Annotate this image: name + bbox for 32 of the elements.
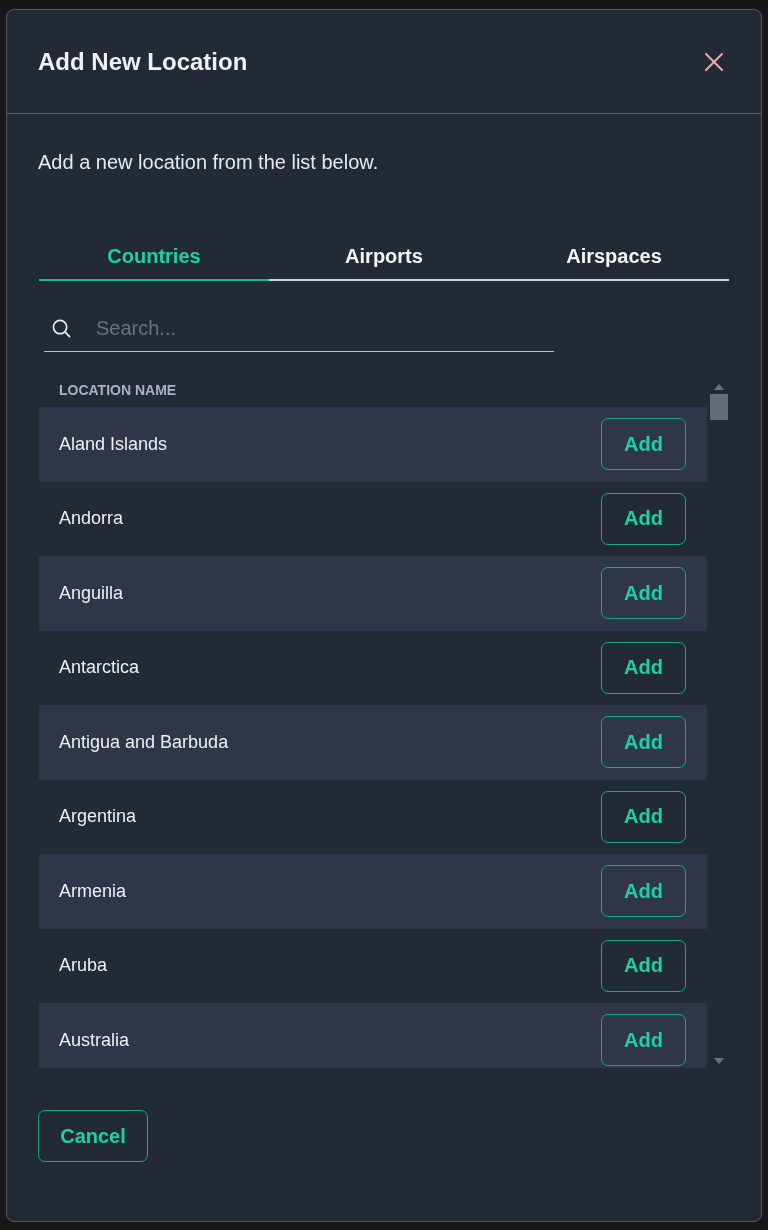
column-header: LOCATION NAME	[59, 382, 177, 398]
search-field[interactable]: Search...	[44, 305, 554, 352]
location-name: Aruba	[59, 955, 108, 977]
search-icon	[52, 319, 71, 338]
location-name: Andorra	[59, 508, 124, 530]
location-name: Argentina	[59, 806, 137, 828]
add-button[interactable]: Add	[601, 418, 687, 471]
add-button[interactable]: Add	[601, 492, 687, 545]
close-icon	[705, 52, 723, 71]
location-name: Armenia	[59, 880, 127, 902]
add-button[interactable]: Add	[601, 790, 687, 843]
tab[interactable]: Airspaces	[499, 233, 729, 281]
tab[interactable]: Airports	[269, 233, 499, 281]
add-button[interactable]: Add	[601, 1014, 687, 1067]
add-button[interactable]: Add	[601, 865, 687, 918]
close-button[interactable]	[705, 52, 723, 71]
add-button[interactable]: Add	[601, 716, 687, 769]
location-name: Australia	[59, 1029, 130, 1051]
location-name: Anguilla	[59, 582, 124, 604]
tab[interactable]: Countries	[39, 233, 269, 281]
add-button[interactable]: Add	[601, 641, 687, 694]
scrollbar-thumb[interactable]	[710, 394, 728, 420]
scroll-up-icon[interactable]	[714, 384, 724, 390]
dialog-title: Add New Location	[38, 47, 248, 76]
cancel-button[interactable]: Cancel	[38, 1110, 148, 1162]
dialog-description: Add a new location from the list below.	[38, 150, 380, 175]
add-button[interactable]: Add	[601, 567, 687, 620]
add-button[interactable]: Add	[601, 939, 687, 992]
location-name: Aland Islands	[59, 433, 168, 455]
scroll-down-icon[interactable]	[714, 1058, 724, 1064]
location-name: Antarctica	[59, 657, 140, 679]
location-name: Antigua and Barbuda	[59, 731, 229, 753]
